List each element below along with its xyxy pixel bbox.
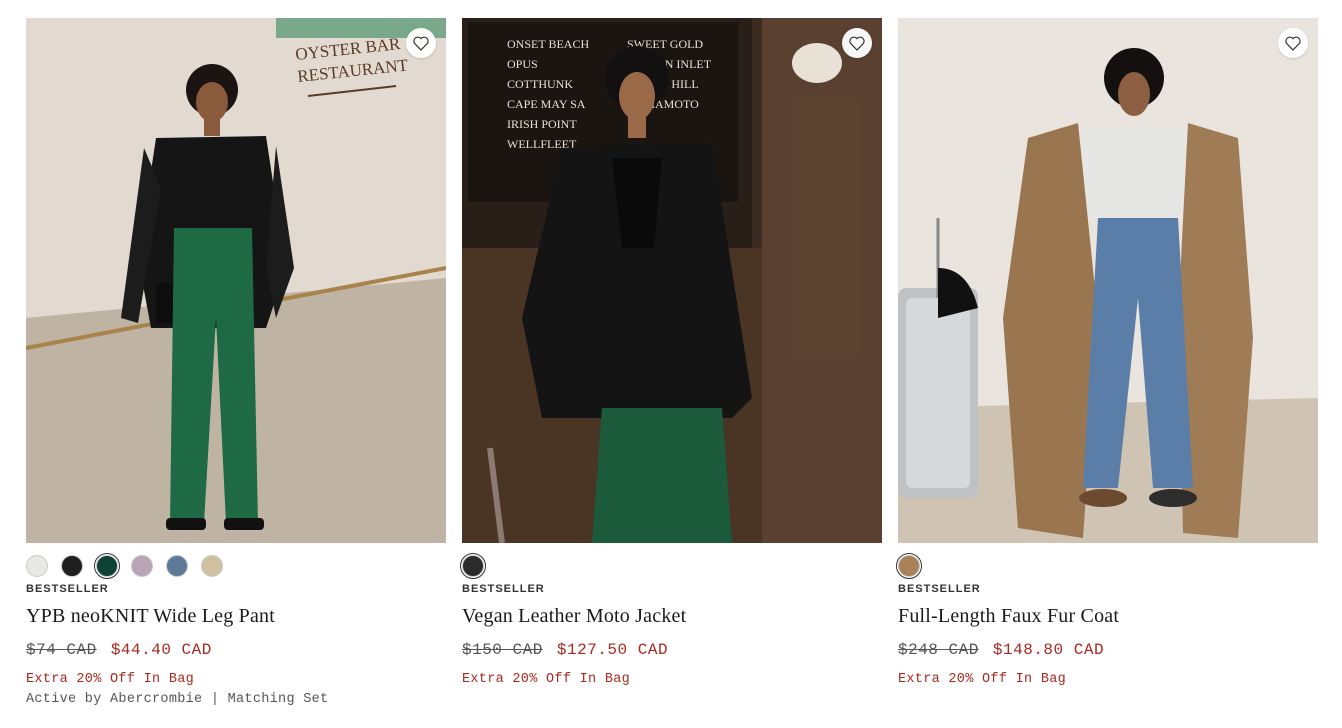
product-title[interactable]: YPB neoKNIT Wide Leg Pant — [26, 605, 446, 628]
color-swatches — [26, 553, 446, 579]
bestseller-badge: BESTSELLER — [898, 583, 981, 595]
product-title[interactable]: Full-Length Faux Fur Coat — [898, 605, 1318, 628]
heart-outline-icon — [849, 36, 865, 51]
bestseller-badge: BESTSELLER — [26, 583, 109, 595]
menu-board-text: COTTHUNK — [507, 77, 573, 91]
menu-board-text: IRISH POINT — [507, 117, 577, 131]
sale-price: $148.80 CAD — [992, 641, 1105, 659]
product-card[interactable]: ONSET BEACH OPUS COTTHUNK CAPE MAY SA IR… — [460, 18, 882, 707]
product-title[interactable]: Vegan Leather Moto Jacket — [462, 605, 882, 628]
original-price: $150 CAD — [462, 641, 543, 659]
collection-info: Active by Abercrombie | Matching Set — [26, 692, 329, 707]
sale-price: $127.50 CAD — [556, 641, 669, 659]
wishlist-button[interactable] — [406, 28, 436, 58]
menu-board-text: OPUS — [507, 57, 538, 71]
wishlist-button[interactable] — [1278, 28, 1308, 58]
color-swatch[interactable] — [201, 555, 223, 577]
color-swatch-selected[interactable] — [94, 553, 120, 579]
heart-outline-icon — [413, 36, 429, 51]
product-photo — [898, 18, 1318, 543]
menu-board-text: ONSET BEACH — [507, 37, 589, 51]
promo-text: Extra 20% Off In Bag — [898, 672, 1067, 687]
price-row: $74 CAD $44.40 CAD — [26, 641, 446, 659]
product-grid: OYSTER BAR RESTAURANT BESTSELLER YPB neo… — [26, 18, 1318, 707]
promo-text: Extra 20% Off In Bag — [462, 672, 631, 687]
color-swatch[interactable] — [26, 555, 48, 577]
product-card[interactable]: BESTSELLER Full-Length Faux Fur Coat $24… — [896, 18, 1318, 707]
product-image[interactable]: ONSET BEACH OPUS COTTHUNK CAPE MAY SA IR… — [462, 18, 882, 543]
menu-board-text: CAPE MAY SA — [507, 97, 586, 111]
sale-price: $44.40 CAD — [110, 641, 212, 659]
color-swatch-selected[interactable] — [896, 553, 922, 579]
original-price: $248 CAD — [898, 641, 979, 659]
original-price: $74 CAD — [26, 641, 97, 659]
product-card[interactable]: OYSTER BAR RESTAURANT BESTSELLER YPB neo… — [26, 18, 446, 707]
heart-outline-icon — [1285, 36, 1301, 51]
product-image[interactable] — [898, 18, 1318, 543]
color-swatch[interactable] — [61, 555, 83, 577]
promo-text: Extra 20% Off In Bag — [26, 672, 195, 687]
bestseller-badge: BESTSELLER — [462, 583, 545, 595]
color-swatches — [460, 553, 882, 579]
price-row: $150 CAD $127.50 CAD — [462, 641, 882, 659]
price-row: $248 CAD $148.80 CAD — [898, 641, 1318, 659]
product-photo: ONSET BEACH OPUS COTTHUNK CAPE MAY SA IR… — [462, 18, 882, 543]
color-swatch-selected[interactable] — [460, 553, 486, 579]
color-swatches — [896, 553, 1318, 579]
color-swatch[interactable] — [166, 555, 188, 577]
wishlist-button[interactable] — [842, 28, 872, 58]
product-photo: OYSTER BAR RESTAURANT — [26, 18, 446, 543]
color-swatch[interactable] — [131, 555, 153, 577]
product-image[interactable]: OYSTER BAR RESTAURANT — [26, 18, 446, 543]
